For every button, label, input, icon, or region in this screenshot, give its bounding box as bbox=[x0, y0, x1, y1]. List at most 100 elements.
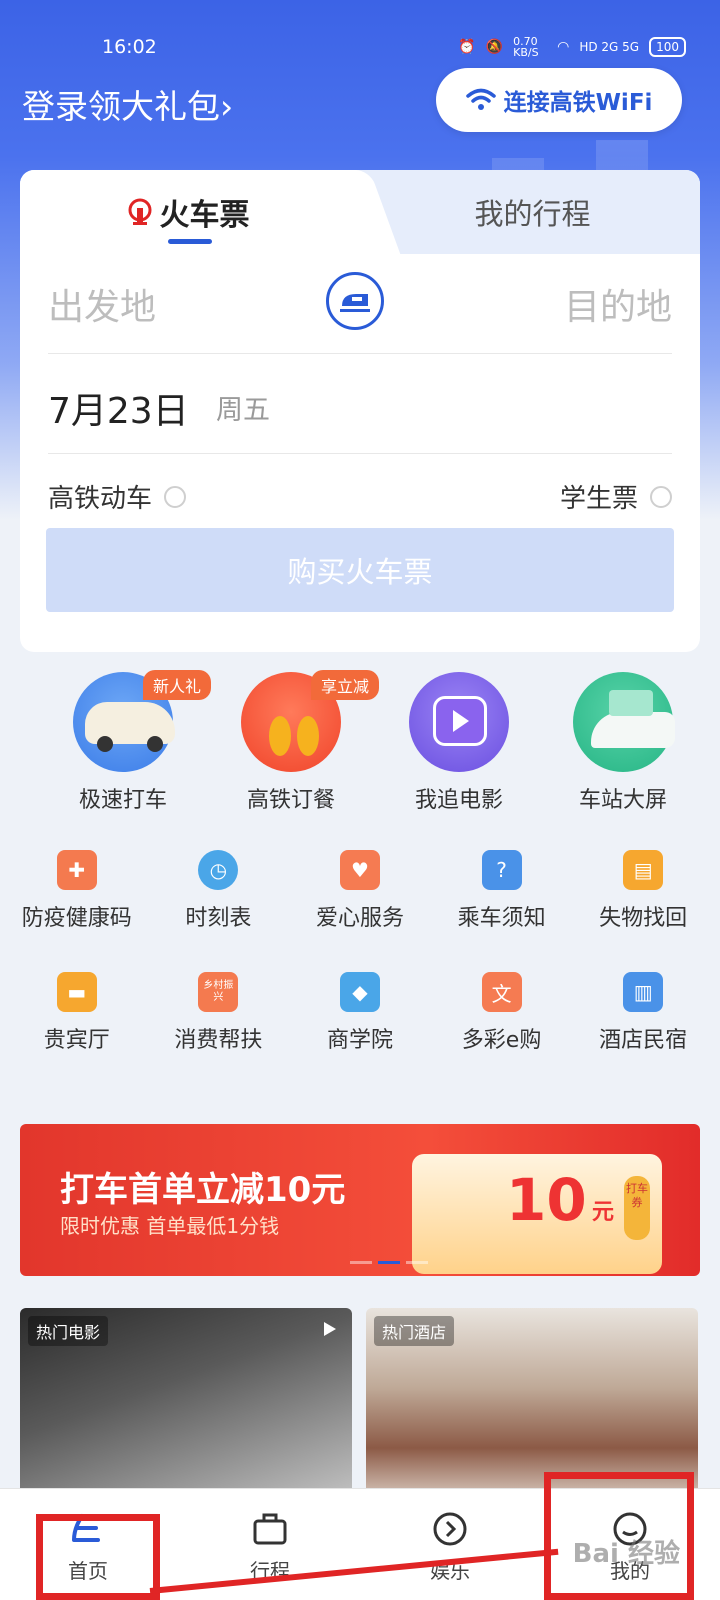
service-label: 失物找回 bbox=[599, 906, 688, 931]
hotels-label: 热门酒店 bbox=[374, 1316, 455, 1346]
mute-icon: 🔕 bbox=[485, 39, 504, 55]
wifi-signal-icon: ◠ bbox=[557, 39, 570, 55]
status-time: 16:02 bbox=[102, 36, 157, 58]
promo-amount: 10 bbox=[506, 1166, 587, 1234]
featured-meal[interactable]: 享立减 高铁订餐 bbox=[206, 670, 379, 814]
schedule-icon: ◷ bbox=[198, 850, 239, 890]
destination-field[interactable]: 目的地 bbox=[564, 278, 672, 330]
service-care[interactable]: ♥ 爱心服务 bbox=[295, 850, 425, 972]
swap-stations-button[interactable] bbox=[326, 272, 384, 330]
student-option[interactable]: 学生票 bbox=[560, 478, 672, 515]
buy-ticket-button[interactable]: 购买火车票 bbox=[46, 528, 674, 612]
highspeed-radio[interactable] bbox=[164, 485, 187, 508]
login-gift-link[interactable]: 登录领大礼包› bbox=[22, 80, 233, 128]
chevron-right-icon: › bbox=[220, 87, 234, 126]
notice-icon: ? bbox=[481, 850, 522, 890]
service-label: 消费帮扶 bbox=[174, 1028, 263, 1053]
promo-tag: 打车券 bbox=[624, 1176, 650, 1240]
heart-hand-icon: ♥ bbox=[339, 850, 380, 890]
service-business-school[interactable]: ◆ 商学院 bbox=[295, 972, 425, 1094]
booking-card: 火车票 我的行程 出发地 目的地 7月23日 周五 高铁动车 学生票 购买火车票 bbox=[20, 170, 700, 652]
new-user-badge: 新人礼 bbox=[142, 670, 211, 700]
play-circle-icon bbox=[433, 1512, 467, 1546]
watermark: Bai 经验 bbox=[572, 1539, 680, 1569]
student-radio[interactable] bbox=[650, 485, 672, 508]
service-notice[interactable]: ? 乘车须知 bbox=[437, 850, 567, 972]
service-lost-found[interactable]: ▤ 失物找回 bbox=[578, 850, 708, 972]
service-label: 酒店民宿 bbox=[599, 1028, 688, 1053]
featured-taxi-label: 极速打车 bbox=[78, 788, 167, 813]
movies-label: 热门电影 bbox=[28, 1316, 109, 1346]
service-label: 时刻表 bbox=[185, 906, 252, 931]
wifi-label: 连接高铁WiFi bbox=[503, 90, 653, 116]
nav-entertainment[interactable]: 娱乐 bbox=[390, 1509, 510, 1584]
travel-weekday: 周五 bbox=[216, 395, 270, 426]
promo-unit: 元 bbox=[592, 1200, 615, 1225]
car-icon: 新人礼 bbox=[73, 670, 211, 772]
student-label: 学生票 bbox=[559, 484, 638, 514]
booking-tabs: 火车票 我的行程 bbox=[20, 170, 700, 254]
connect-wifi-button[interactable]: 连接高铁WiFi bbox=[436, 68, 682, 132]
alarm-icon: ⏰ bbox=[458, 39, 476, 55]
featured-services: 新人礼 极速打车 享立减 高铁订餐 我追电影 车站大屏 bbox=[0, 670, 720, 832]
services-row: ✚ 防疫健康码 ◷ 时刻表 ♥ 爱心服务 ? 乘车须知 ▤ 失物找回 bbox=[0, 850, 720, 972]
meal-icon: 享立减 bbox=[241, 670, 379, 772]
tv-icon bbox=[409, 672, 509, 772]
departure-field[interactable]: 出发地 bbox=[48, 278, 156, 330]
featured-movie-label: 我追电影 bbox=[414, 788, 503, 813]
service-consume-help[interactable]: 乡村振兴 消费帮扶 bbox=[153, 972, 283, 1094]
trip-icon bbox=[253, 1513, 287, 1545]
movie-feed-card[interactable]: 热门电影 bbox=[20, 1308, 352, 1508]
travel-date: 7月23日 bbox=[48, 391, 189, 432]
featured-station-screen-label: 车站大屏 bbox=[578, 788, 667, 813]
featured-taxi[interactable]: 新人礼 极速打车 bbox=[38, 670, 211, 814]
tab-my-trips[interactable]: 我的行程 bbox=[365, 170, 700, 254]
highlight-box-home bbox=[36, 1514, 160, 1600]
featured-movie[interactable]: 我追电影 bbox=[374, 672, 544, 814]
status-icons: ⏰ 🔕 0.70 KB/S ◠ HD 2G 5G 100 bbox=[458, 36, 686, 58]
railway-logo-icon bbox=[128, 198, 151, 225]
service-vip-lounge[interactable]: ▬ 贵宾厅 bbox=[12, 972, 142, 1094]
tab-active-indicator bbox=[168, 239, 212, 244]
train-screen-icon bbox=[573, 672, 675, 772]
promo-banner[interactable]: 打车首单立减10元 限时优惠 首单最低1分钱 10 元 打车券 bbox=[20, 1124, 700, 1276]
highspeed-option[interactable]: 高铁动车 bbox=[48, 478, 187, 515]
tab-train-label: 火车票 bbox=[159, 198, 250, 233]
promo-subtitle: 限时优惠 首单最低1分钱 bbox=[60, 1214, 280, 1238]
service-label: 乘车须知 bbox=[457, 906, 546, 931]
route-selector: 出发地 目的地 bbox=[48, 254, 672, 354]
service-health-code[interactable]: ✚ 防疫健康码 bbox=[12, 850, 142, 972]
sofa-icon: ▬ bbox=[56, 972, 97, 1012]
service-label: 商学院 bbox=[326, 1028, 393, 1053]
tab-train-ticket[interactable]: 火车票 bbox=[20, 170, 355, 254]
service-hotel[interactable]: ▥ 酒店民宿 bbox=[578, 972, 708, 1094]
service-label: 防疫健康码 bbox=[21, 906, 132, 931]
login-gift-label: 登录领大礼包 bbox=[22, 87, 220, 126]
rural-icon: 乡村振兴 bbox=[198, 972, 239, 1012]
status-bar: 16:02 ⏰ 🔕 0.70 KB/S ◠ HD 2G 5G 100 bbox=[0, 30, 720, 66]
carousel-indicator bbox=[350, 1261, 428, 1264]
shopping-bag-icon: 文 bbox=[481, 972, 522, 1012]
graduation-cap-icon: ◆ bbox=[339, 972, 380, 1012]
featured-station-screen[interactable]: 车站大屏 bbox=[538, 672, 708, 814]
service-eshop[interactable]: 文多彩e购 bbox=[437, 972, 567, 1094]
battery-icon: 100 bbox=[649, 37, 686, 57]
service-schedule[interactable]: ◷ 时刻表 bbox=[153, 850, 283, 972]
service-label: 多彩e购 bbox=[461, 1028, 542, 1053]
featured-meal-label: 高铁订餐 bbox=[246, 788, 335, 813]
wifi-icon bbox=[465, 88, 496, 110]
date-selector[interactable]: 7月23日 周五 bbox=[48, 354, 672, 454]
service-label: 贵宾厅 bbox=[43, 1028, 110, 1053]
service-label: 爱心服务 bbox=[315, 906, 404, 931]
train-swap-icon bbox=[340, 294, 370, 312]
status-network: HD 2G 5G bbox=[579, 40, 640, 54]
services-row: ▬ 贵宾厅 乡村振兴消费帮扶 ◆ 商学院 文多彩e购 ▥ 酒店民宿 bbox=[0, 972, 720, 1094]
luggage-icon: ▤ bbox=[623, 850, 664, 890]
health-code-icon: ✚ bbox=[56, 850, 97, 890]
play-icon bbox=[324, 1322, 336, 1336]
promo-title: 打车首单立减10元 bbox=[60, 1170, 346, 1210]
services-grid: ✚ 防疫健康码 ◷ 时刻表 ♥ 爱心服务 ? 乘车须知 ▤ 失物找回 ▬ 贵宾厅 乡村振兴消… bbox=[0, 850, 720, 1094]
discount-badge: 享立减 bbox=[310, 670, 379, 700]
status-speed: 0.70 KB/S bbox=[513, 35, 539, 59]
highspeed-label: 高铁动车 bbox=[48, 484, 153, 514]
